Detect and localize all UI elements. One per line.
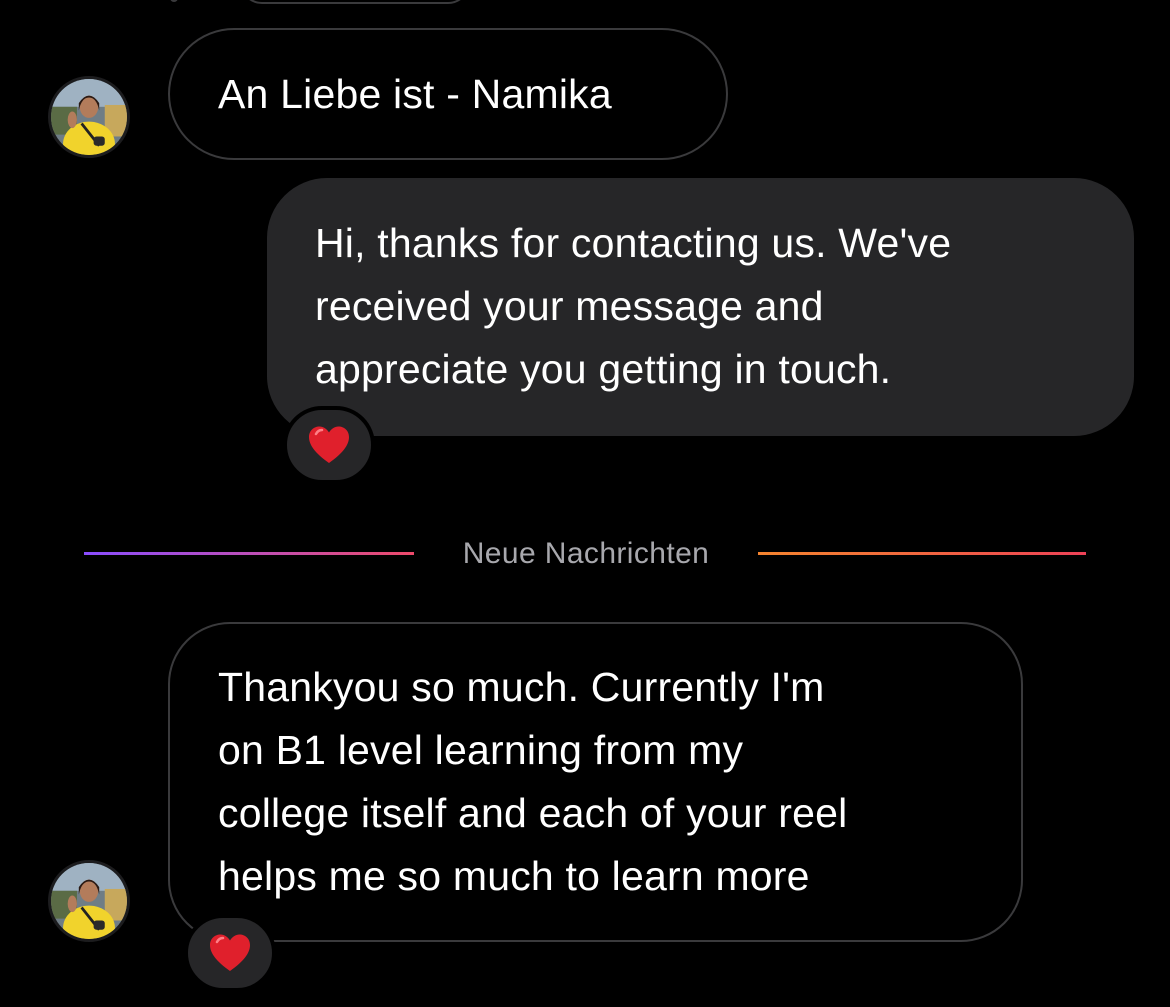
message-text-line: Thankyou so much. Currently I'm [218,664,825,710]
sender-avatar[interactable] [48,860,130,942]
message-text-line: college itself and each of your reel [218,790,848,836]
message-text-line: Hi, thanks for contacting us. We've [315,220,952,266]
message-text-line: on B1 level learning from my [218,727,744,773]
heart-icon [210,934,250,971]
reaction-badge[interactable] [184,914,276,992]
reaction-badge[interactable] [283,406,375,484]
message-text-line: helps me so much to learn more [218,853,810,899]
message-bubble-incoming[interactable]: Thankyou so much. Currently I'm on B1 le… [168,622,1023,942]
new-messages-divider: Neue Nachrichten [84,528,1086,578]
message-text-line: appreciate you getting in touch. [315,346,892,392]
message-bubble-outgoing[interactable]: Hi, thanks for contacting us. We've rece… [267,178,1134,436]
divider-line-left [84,552,414,555]
previous-message-dot [170,0,178,2]
divider-line-right [758,552,1086,555]
divider-label: Neue Nachrichten [462,537,710,570]
chat-thread: An Liebe ist - Namika Hi, thanks for con… [0,0,1170,1007]
avatar-photo [51,863,127,939]
message-text: An Liebe ist - Namika [218,71,612,117]
previous-message-edge [240,0,470,4]
message-bubble-incoming[interactable]: An Liebe ist - Namika [168,28,728,160]
avatar-photo [51,79,127,155]
heart-icon [309,426,349,463]
message-text-line: received your message and [315,283,824,329]
sender-avatar[interactable] [48,76,130,158]
